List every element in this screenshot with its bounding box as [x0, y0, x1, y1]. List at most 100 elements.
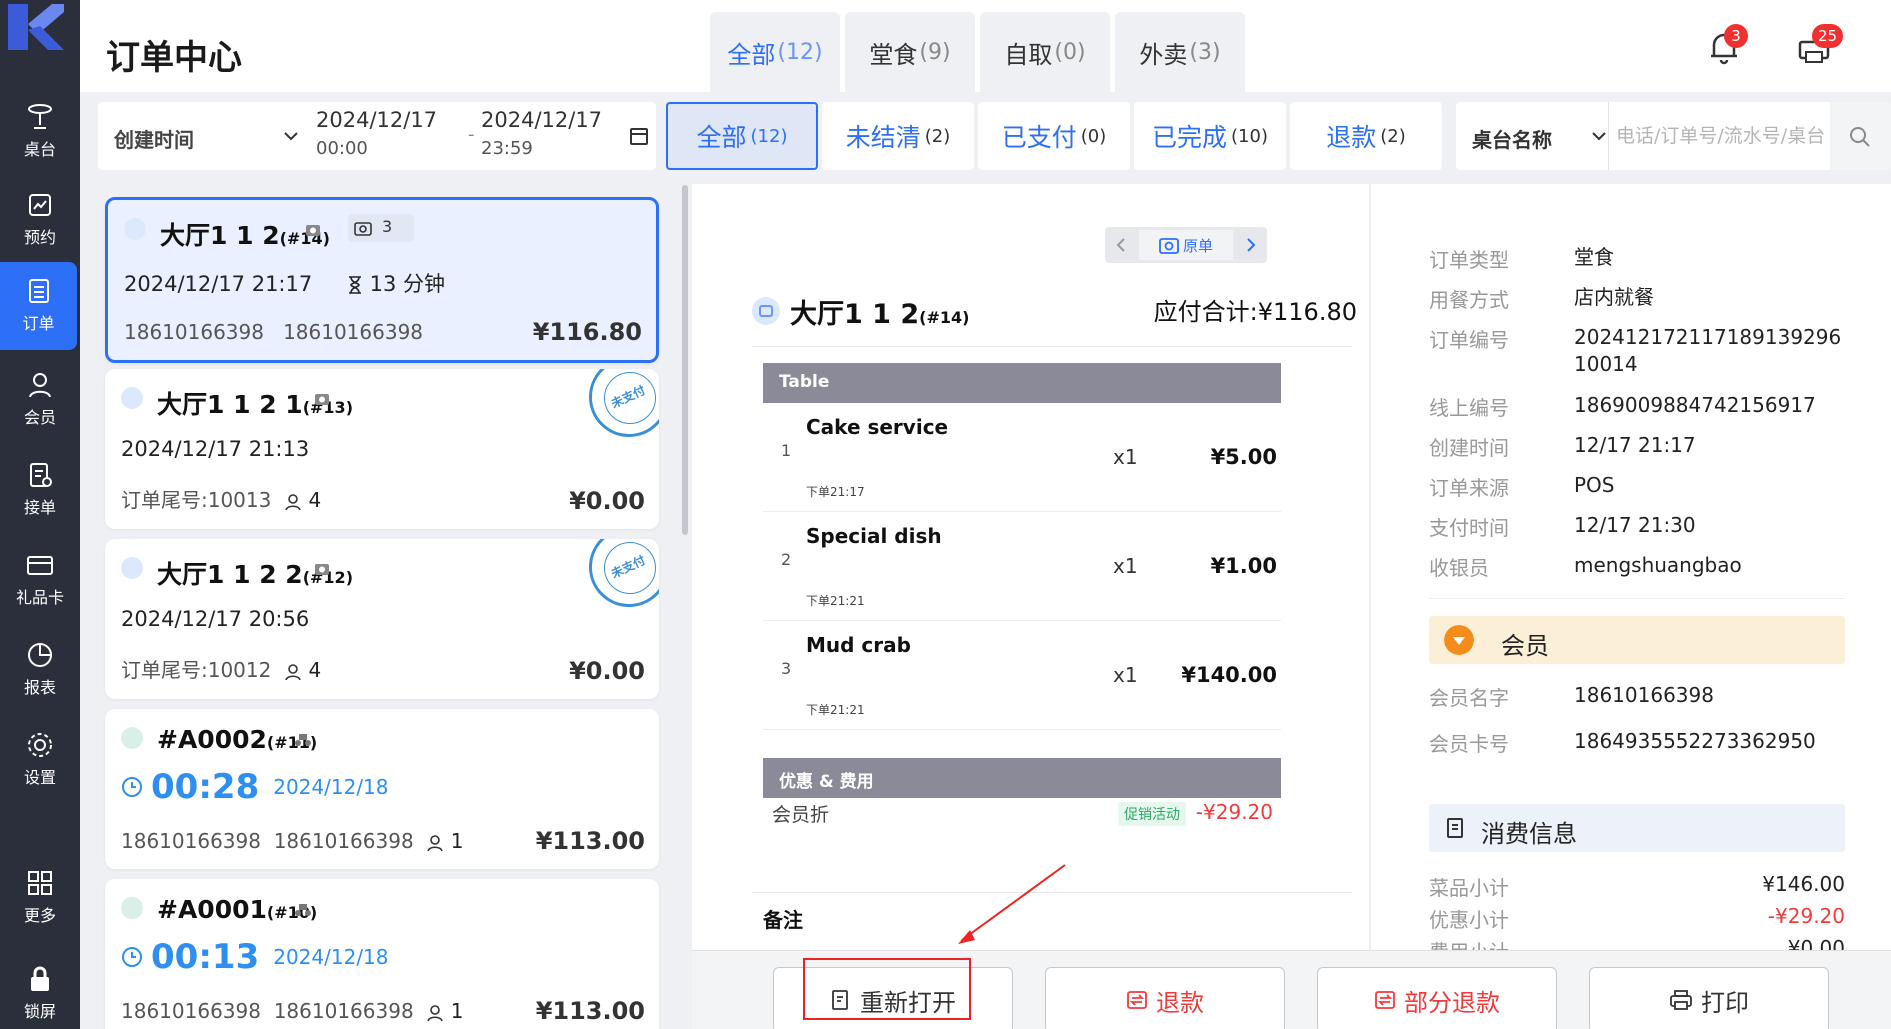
next-order-button[interactable] — [1235, 227, 1267, 263]
item-row[interactable]: 1 Cake service 下单21:17 x1 ¥5.00 — [763, 403, 1281, 512]
receipt-icon — [306, 225, 320, 236]
annotation-arrow — [958, 864, 1066, 944]
order-card[interactable]: 大厅1 1 2 1(#13) 未支付 2024/12/17 21:13 订单尾号… — [105, 369, 659, 529]
status-tab-all[interactable]: 全部 (12) — [666, 102, 818, 170]
info-key: 用餐方式 — [1429, 288, 1509, 312]
info-value: 12/17 21:17 — [1574, 433, 1696, 457]
start-time: 00:00 — [316, 138, 368, 159]
sidebar-item-report[interactable]: 报表 — [0, 626, 80, 714]
sidebar-item-more[interactable]: 更多 — [0, 854, 80, 942]
info-value: 店内就餐 — [1574, 285, 1654, 309]
item-time: 下单21:17 — [806, 485, 865, 499]
divider — [1429, 598, 1845, 599]
item-row[interactable]: 3 Mud crab 下单21:21 x1 ¥140.00 — [763, 621, 1281, 730]
detail-order-number: (#14) — [919, 308, 970, 327]
calendar-icon[interactable] — [629, 126, 649, 146]
original-order-button[interactable]: 原单 — [1139, 230, 1233, 260]
clock-icon — [122, 777, 142, 797]
status-tab-unsettled[interactable]: 未结清 (2) — [822, 102, 974, 170]
item-row[interactable]: 2 Special dish 下单21:21 x1 ¥1.00 — [763, 512, 1281, 621]
sidebar-item-label: 更多 — [23, 906, 56, 925]
sidebar-item-receive[interactable]: 接单 — [0, 446, 80, 534]
takeout-icon — [121, 727, 143, 749]
duration: 13 分钟 — [347, 272, 445, 296]
order-amount: ¥113.00 — [535, 997, 645, 1025]
item-time: 下单21:21 — [806, 594, 865, 608]
order-card[interactable]: #A0001(#10) 00:13 2024/12/18 18610166398 … — [105, 879, 659, 1029]
info-value: 18610166398 — [1574, 683, 1714, 707]
status-count: (12) — [750, 125, 788, 147]
order-amount: ¥116.80 — [532, 318, 642, 346]
notification-badge: 3 — [1724, 24, 1748, 48]
status-count: (0) — [1080, 125, 1107, 147]
unpaid-stamp: 未支付 — [589, 539, 659, 607]
print-button[interactable]: 打印 — [1589, 967, 1829, 1029]
sidebar-item-member[interactable]: 会员 — [0, 356, 80, 444]
sidebar-item-orders[interactable]: 订单 — [0, 262, 77, 350]
search-input[interactable] — [1616, 116, 1826, 156]
payable-total: 应付合计:¥116.80 — [1153, 298, 1357, 326]
consumption-label: 消费信息 — [1481, 820, 1577, 848]
item-index: 2 — [781, 550, 792, 569]
tab-label: 全部 — [727, 40, 776, 69]
order-list: 大厅1 1 2(#14) 3 2024/12/17 21:17 13 分钟 18… — [80, 184, 698, 1029]
date-type-select[interactable]: 创建时间 — [114, 124, 194, 153]
message-badge: 25 — [1812, 24, 1844, 48]
order-phones: 18610166398 18610166398 1 — [121, 829, 464, 853]
phone: 18610166398 — [121, 829, 261, 853]
order-phones: 18610166398 18610166398 — [124, 320, 423, 344]
sidebar-item-table[interactable]: 桌台 — [0, 88, 80, 176]
date-range-picker[interactable]: 创建时间 2024/12/17 00:00 - 2024/12/17 23:59 — [98, 102, 656, 170]
sum-value: -¥29.20 — [1767, 904, 1845, 928]
sidebar-item-settings[interactable]: 设置 — [0, 716, 80, 804]
person-icon — [285, 663, 301, 680]
search-button[interactable] — [1830, 102, 1891, 170]
refund-icon — [1127, 991, 1147, 1009]
order-date: 2024/12/17 21:13 — [121, 437, 310, 461]
prev-order-button[interactable] — [1105, 227, 1137, 263]
order-list-scrollbar[interactable] — [682, 185, 688, 535]
tab-pickup[interactable]: 自取 (0) — [980, 12, 1110, 92]
order-card[interactable]: 大厅1 1 2 2(#12) 未支付 2024/12/17 20:56 订单尾号… — [105, 539, 659, 699]
start-date: 2024/12/17 — [316, 108, 438, 132]
refund-button[interactable]: 退款 — [1045, 967, 1285, 1029]
status-tab-refund[interactable]: 退款 (2) — [1290, 102, 1442, 170]
info-value: 1869009884742156917 — [1574, 393, 1816, 417]
receive-order-icon — [30, 463, 52, 487]
sidebar-item-reservation[interactable]: 预约 — [0, 176, 80, 264]
order-title-text: 大厅1 1 2 2 — [157, 560, 303, 589]
tab-all[interactable]: 全部 (12) — [710, 12, 840, 92]
info-key: 创建时间 — [1429, 436, 1509, 460]
status-label: 已完成 — [1152, 123, 1228, 152]
partial-refund-button[interactable]: 部分退款 — [1317, 967, 1557, 1029]
status-tab-completed[interactable]: 已完成 (10) — [1134, 102, 1286, 170]
order-card[interactable]: #A0002(#11) 00:28 2024/12/18 18610166398 … — [105, 709, 659, 869]
divider — [752, 346, 1352, 347]
item-name: Special dish — [806, 524, 942, 548]
member-section-header: 会员 — [1429, 616, 1845, 664]
message-button[interactable]: 25 — [1794, 24, 1844, 68]
person-icon — [285, 493, 301, 510]
tab-delivery[interactable]: 外卖 (3) — [1115, 12, 1245, 92]
order-card[interactable]: 大厅1 1 2(#14) 3 2024/12/17 21:17 13 分钟 18… — [105, 197, 659, 363]
info-value: 堂食 — [1574, 245, 1614, 269]
tab-dine-in[interactable]: 堂食 (9) — [845, 12, 975, 92]
timer-date: 2024/12/18 — [273, 945, 389, 969]
detail-title: 大厅1 1 2(#14) — [790, 292, 969, 331]
sidebar-item-label: 桌台 — [23, 140, 56, 159]
timer-date: 2024/12/18 — [273, 775, 389, 799]
duration-text: 13 分钟 — [369, 272, 446, 296]
notification-button[interactable]: 3 — [1704, 24, 1748, 68]
search-type-select[interactable]: 桌台名称 — [1472, 124, 1552, 153]
chevron-down-icon — [1592, 132, 1606, 141]
original-order-label: 原单 — [1182, 236, 1213, 255]
sidebar-item-label: 预约 — [23, 228, 56, 247]
status-tab-paid[interactable]: 已支付 (0) — [978, 102, 1130, 170]
order-amount: ¥113.00 — [535, 827, 645, 855]
phone: 18610166398 — [121, 999, 261, 1023]
sidebar-item-giftcard[interactable]: 礼品卡 — [0, 536, 80, 624]
info-key: 支付时间 — [1429, 516, 1509, 540]
order-tail: 订单尾号:10013 4 — [121, 484, 321, 513]
order-phones: 18610166398 18610166398 1 — [121, 999, 464, 1023]
sidebar-item-lock[interactable]: 锁屏 — [0, 950, 80, 1029]
